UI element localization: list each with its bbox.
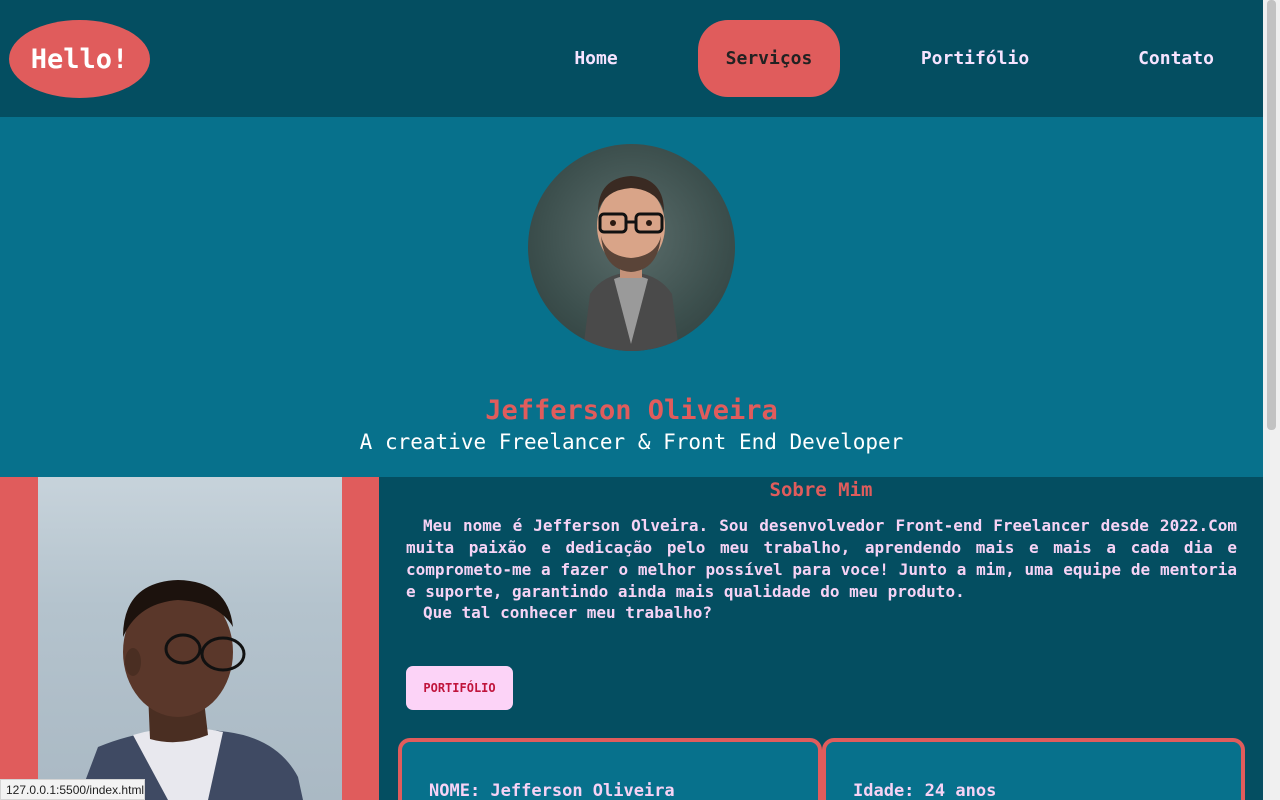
info-card-name: NOME: Jefferson Oliveira: [398, 738, 822, 800]
photo-frame: [0, 477, 379, 800]
portfolio-button[interactable]: PORTIFÓLIO: [406, 666, 513, 710]
profile-photo: [38, 477, 342, 800]
about-title: Sobre Mim: [769, 479, 873, 501]
page: Hello! Home Serviços Portifólio Contato: [0, 0, 1263, 800]
about-paragraph: Meu nome é Jefferson Olveira. Sou desenv…: [406, 516, 1237, 601]
hero-name: Jefferson Oliveira: [485, 395, 778, 426]
info-name-label: NOME:: [429, 781, 481, 800]
hero-subtitle: A creative Freelancer & Front End Develo…: [359, 430, 904, 454]
vertical-scrollbar[interactable]: [1263, 0, 1280, 800]
about-section: Sobre Mim Meu nome é Jefferson Olveira. …: [0, 477, 1263, 800]
nav-contato-link[interactable]: Contato: [1120, 20, 1232, 97]
info-card-age: Idade: 24 anos: [822, 738, 1245, 800]
info-age-value: 24 anos: [924, 781, 997, 800]
nav-servicos-link[interactable]: Serviços: [698, 20, 840, 97]
nav-portfolio-link[interactable]: Portifólio: [900, 20, 1050, 97]
hero-section: Jefferson Oliveira A creative Freelancer…: [0, 117, 1263, 477]
info-age: Idade: 24 anos: [853, 781, 996, 800]
scrollbar-thumb[interactable]: [1267, 0, 1276, 430]
about-question: Que tal conhecer meu trabalho?: [423, 603, 712, 622]
site-header: Hello! Home Serviços Portifólio Contato: [0, 0, 1263, 117]
logo[interactable]: Hello!: [9, 20, 150, 98]
nav-home-link[interactable]: Home: [550, 20, 642, 97]
info-name-value: Jefferson Oliveira: [490, 781, 675, 800]
status-url: 127.0.0.1:5500/index.html: [0, 779, 145, 800]
avatar-image: [528, 144, 735, 351]
info-age-label: Idade:: [853, 781, 915, 800]
info-name: NOME: Jefferson Oliveira: [429, 781, 675, 800]
